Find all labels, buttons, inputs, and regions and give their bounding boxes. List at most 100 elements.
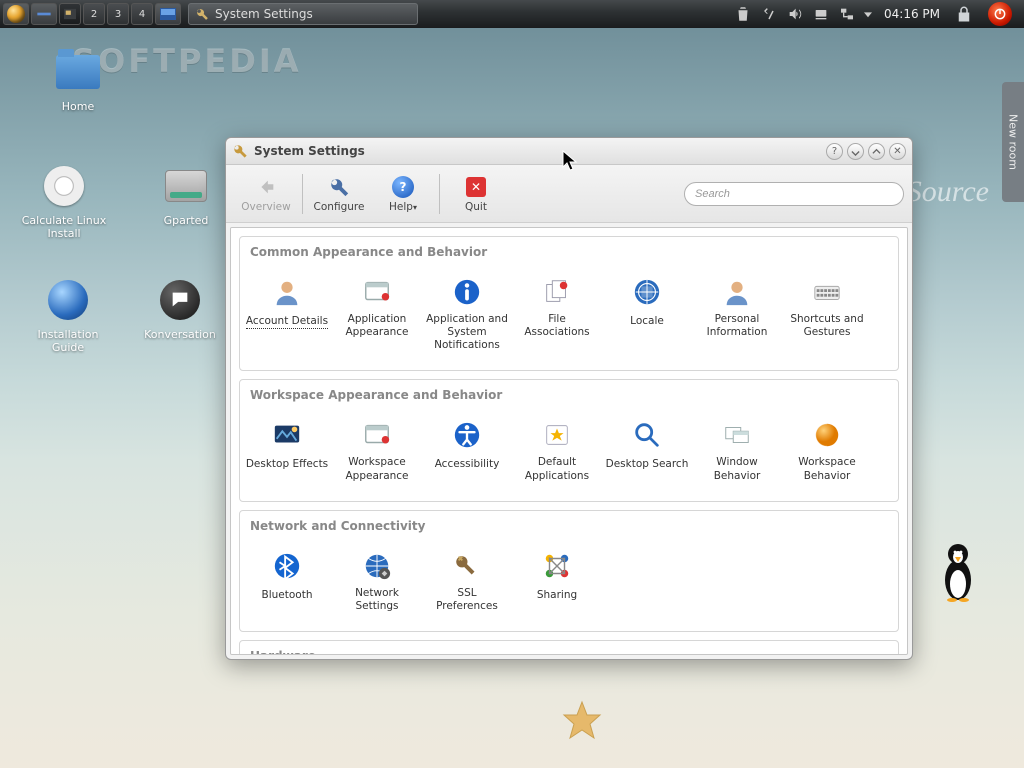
fx-icon bbox=[270, 418, 304, 452]
star-icon bbox=[540, 418, 574, 452]
category-2: Network and ConnectivityBluetoothNetwork… bbox=[239, 510, 899, 632]
settings-item-network-settings[interactable]: Network Settings bbox=[333, 545, 421, 617]
taskbar-entry-label: System Settings bbox=[215, 7, 313, 21]
lock-screen-button[interactable] bbox=[952, 3, 976, 25]
app-launcher-button[interactable] bbox=[3, 3, 29, 25]
settings-item-desktop-effects[interactable]: Desktop Effects bbox=[243, 414, 331, 486]
tray-expand-icon[interactable] bbox=[864, 5, 872, 23]
settings-item-label: Window Behavior bbox=[695, 456, 779, 482]
settings-item-accessibility[interactable]: Accessibility bbox=[423, 414, 511, 486]
wrench-icon bbox=[327, 175, 351, 199]
settings-item-file-assoc[interactable]: File Associations bbox=[513, 271, 601, 356]
files-icon bbox=[540, 275, 574, 309]
settings-item-label: Locale bbox=[630, 315, 664, 328]
settings-item-label: Personal Information bbox=[695, 313, 779, 339]
toolbar-label: Quit bbox=[444, 201, 508, 213]
settings-item-notifications[interactable]: Application and System Notifications bbox=[423, 271, 511, 356]
titlebar[interactable]: System Settings ? ✕ bbox=[226, 138, 912, 165]
desktop-icon-calculate-install[interactable]: Calculate Linux Install bbox=[16, 162, 112, 240]
installer-icon bbox=[40, 162, 88, 210]
logout-button[interactable] bbox=[988, 2, 1012, 26]
category-0: Common Appearance and BehaviorAccount De… bbox=[239, 236, 899, 371]
category-grid: Desktop EffectsWorkspace Appearance Acces… bbox=[240, 404, 898, 500]
settings-item-label: Workspace Appearance bbox=[335, 456, 419, 482]
settings-content[interactable]: Common Appearance and BehaviorAccount De… bbox=[230, 227, 908, 655]
settings-item-locale[interactable]: Locale bbox=[603, 271, 691, 356]
access-icon bbox=[450, 418, 484, 452]
window-help-button[interactable]: ? bbox=[826, 143, 843, 160]
device-icon[interactable] bbox=[812, 5, 830, 23]
search-icon bbox=[630, 418, 664, 452]
settings-item-workspace-appearance[interactable]: Workspace Appearance bbox=[333, 414, 421, 486]
desktop-icon-label: Konversation bbox=[132, 328, 228, 341]
settings-item-desktop-search[interactable]: Desktop Search bbox=[603, 414, 691, 486]
settings-item-shortcuts-gestures[interactable]: Shortcuts and Gestures bbox=[783, 271, 871, 356]
back-icon bbox=[254, 175, 278, 199]
toolbox-button[interactable] bbox=[31, 3, 57, 25]
settings-item-label: Application Appearance bbox=[335, 313, 419, 339]
globe-icon bbox=[44, 276, 92, 324]
pager-2[interactable]: 2 bbox=[83, 3, 105, 25]
orange-icon bbox=[810, 418, 844, 452]
window-minimize-button[interactable] bbox=[847, 143, 864, 160]
clipboard-icon[interactable] bbox=[760, 5, 778, 23]
flag-icon bbox=[630, 275, 664, 309]
settings-item-app-appearance[interactable]: Application Appearance bbox=[333, 271, 421, 356]
settings-item-personal-info[interactable]: Personal Information bbox=[693, 271, 781, 356]
keyboard-icon bbox=[810, 275, 844, 309]
pager-1[interactable] bbox=[59, 3, 81, 25]
panel-clock[interactable]: 04:16 PM bbox=[880, 7, 944, 21]
ssl-icon bbox=[450, 549, 484, 583]
category-grid: Account DetailsApplication AppearanceApp… bbox=[240, 261, 898, 370]
info-icon bbox=[450, 275, 484, 309]
settings-item-label: Default Applications bbox=[515, 456, 599, 482]
settings-item-bluetooth[interactable]: Bluetooth bbox=[243, 545, 331, 617]
toolbar-label: Overview bbox=[234, 201, 298, 213]
penguin-decoration bbox=[940, 540, 976, 602]
taskbar-entry-system-settings[interactable]: System Settings bbox=[188, 3, 418, 25]
trash-icon[interactable] bbox=[734, 5, 752, 23]
category-grid: BluetoothNetwork SettingsSSL Preferences… bbox=[240, 535, 898, 631]
settings-item-workspace-behavior[interactable]: Workspace Behavior bbox=[783, 414, 871, 486]
settings-item-sharing[interactable]: Sharing bbox=[513, 545, 601, 617]
desktop-icon-label: Home bbox=[30, 100, 126, 113]
settings-item-label: SSL Preferences bbox=[425, 587, 509, 613]
side-tab-new-room[interactable]: New room bbox=[1002, 82, 1024, 202]
pager-3[interactable]: 3 bbox=[107, 3, 129, 25]
volume-icon[interactable] bbox=[786, 5, 804, 23]
side-tab-label: New room bbox=[1007, 114, 1020, 170]
window-close-button[interactable]: ✕ bbox=[889, 143, 906, 160]
toolbar-configure-button[interactable]: Configure bbox=[307, 175, 371, 213]
toolbar-quit-button[interactable]: ✕ Quit bbox=[444, 175, 508, 213]
settings-item-label: Accessibility bbox=[435, 458, 500, 471]
desktop-icon-konversation[interactable]: Konversation bbox=[132, 276, 228, 341]
desktop-icon-label: Gparted bbox=[138, 214, 234, 227]
settings-item-account-details[interactable]: Account Details bbox=[243, 271, 331, 356]
settings-item-window-behavior[interactable]: Window Behavior bbox=[693, 414, 781, 486]
share-icon bbox=[540, 549, 574, 583]
desktop-icon-home[interactable]: Home bbox=[30, 48, 126, 113]
window-maximize-button[interactable] bbox=[868, 143, 885, 160]
settings-item-label: File Associations bbox=[515, 313, 599, 339]
settings-item-ssl-prefs[interactable]: SSL Preferences bbox=[423, 545, 511, 617]
user-icon bbox=[720, 275, 754, 309]
settings-item-label: Network Settings bbox=[335, 587, 419, 613]
settings-item-default-apps[interactable]: Default Applications bbox=[513, 414, 601, 486]
search-input[interactable] bbox=[684, 182, 904, 206]
window-title: System Settings bbox=[254, 144, 365, 158]
network-tray-icon[interactable] bbox=[838, 5, 856, 23]
show-desktop-button[interactable] bbox=[155, 3, 181, 25]
toolbar-help-button[interactable]: ? Help▾ bbox=[371, 175, 435, 213]
desktop-icon-installation-guide[interactable]: Installation Guide bbox=[20, 276, 116, 354]
settings-item-label: Desktop Search bbox=[606, 458, 689, 471]
starfish-decoration bbox=[562, 700, 602, 740]
desktop-icon-gparted[interactable]: Gparted bbox=[138, 162, 234, 227]
chevron-down-icon: ▾ bbox=[413, 203, 417, 212]
system-settings-window: System Settings ? ✕ Overview Configure ?… bbox=[225, 137, 913, 660]
pager-4[interactable]: 4 bbox=[131, 3, 153, 25]
window-icon bbox=[360, 275, 394, 309]
windows-icon bbox=[720, 418, 754, 452]
folder-icon bbox=[54, 48, 102, 96]
quit-icon: ✕ bbox=[464, 175, 488, 199]
toolbar-label: Help▾ bbox=[371, 201, 435, 213]
